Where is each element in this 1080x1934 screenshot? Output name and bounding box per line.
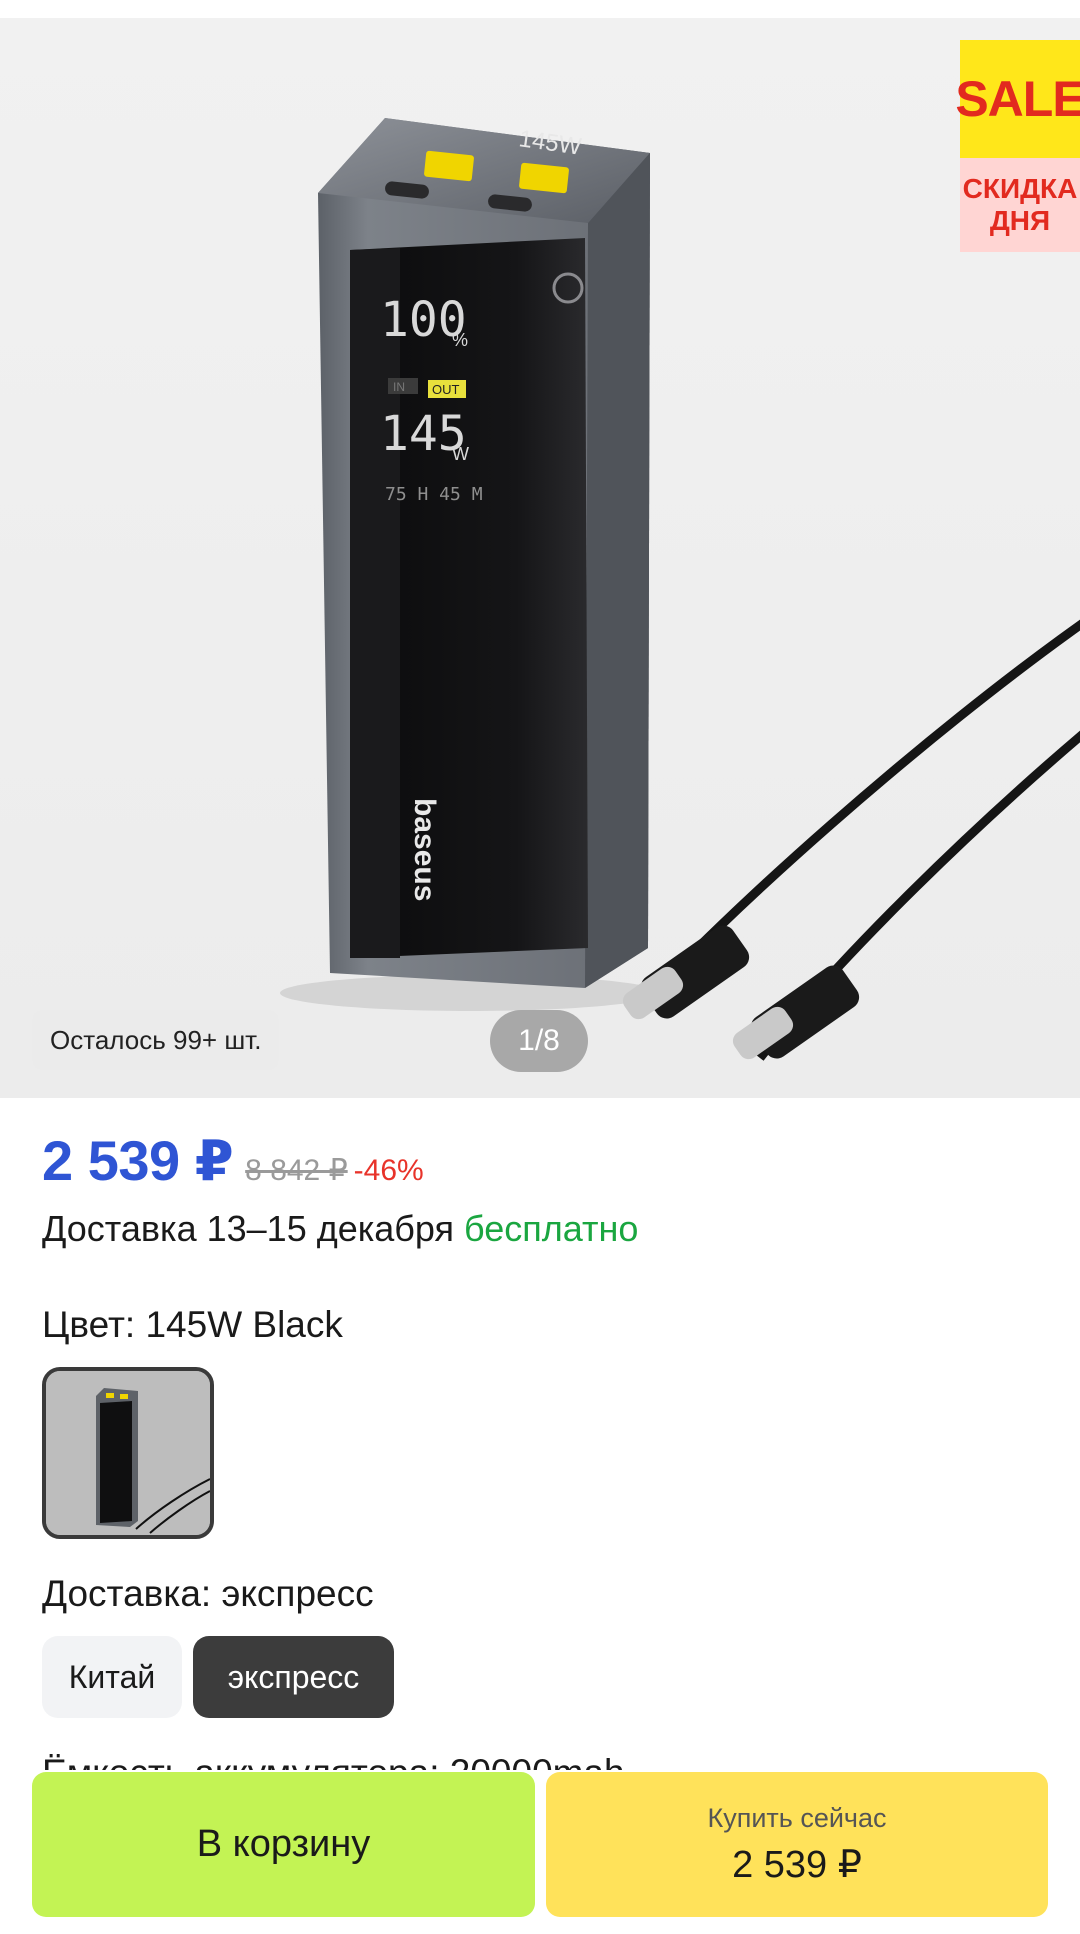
discount-percent: -46% xyxy=(353,1154,424,1187)
sale-badge: SALE СКИДКА ДНЯ xyxy=(955,40,1080,252)
price-row: 2 539 ₽ 8 842 ₽ -46% xyxy=(42,1128,424,1208)
shipping-label: Доставка: экспресс xyxy=(42,1573,374,1614)
sale-badge-subtitle: СКИДКА ДНЯ xyxy=(960,158,1080,252)
product-page: 145W 100 % IN OUT 145 W 75 H 45 M baseus xyxy=(0,0,1080,1934)
sale-badge-line2: ДНЯ xyxy=(989,205,1051,236)
shipping-option-express[interactable]: экспресс xyxy=(193,1636,394,1718)
product-gallery[interactable]: 145W 100 % IN OUT 145 W 75 H 45 M baseus xyxy=(0,18,1080,1098)
svg-text:baseus: baseus xyxy=(408,798,441,901)
svg-text:W: W xyxy=(452,444,469,464)
shipping-option-china[interactable]: Китай xyxy=(42,1636,182,1718)
sale-badge-title: SALE xyxy=(955,40,1080,158)
svg-text:OUT: OUT xyxy=(432,382,460,397)
buy-now-label: Купить сейчас xyxy=(707,1802,887,1833)
image-counter: 1/8 xyxy=(490,1010,588,1072)
add-to-cart-button[interactable]: В корзину xyxy=(32,1772,535,1917)
svg-text:IN: IN xyxy=(393,380,405,394)
sale-badge-line1: СКИДКА xyxy=(962,173,1078,204)
old-price: 8 842 ₽ xyxy=(245,1154,348,1187)
delivery-free: бесплатно xyxy=(464,1208,639,1249)
delivery-info: Доставка 13–15 декабря бесплатно xyxy=(42,1208,638,1250)
buy-now-button[interactable]: Купить сейчас 2 539 ₽ xyxy=(546,1772,1048,1917)
color-label: Цвет: 145W Black xyxy=(42,1304,343,1345)
delivery-dates: Доставка 13–15 декабря xyxy=(42,1208,455,1249)
stock-remaining-chip: Осталось 99+ шт. xyxy=(32,1010,280,1070)
bottom-action-bar: В корзину Купить сейчас 2 539 ₽ xyxy=(0,1770,1080,1934)
product-image: 145W 100 % IN OUT 145 W 75 H 45 M baseus xyxy=(280,118,1080,1061)
swatch-thumbnail xyxy=(46,1371,210,1535)
svg-text:75 H 45 M: 75 H 45 M xyxy=(385,484,483,505)
svg-text:%: % xyxy=(452,330,468,350)
buy-now-price: 2 539 ₽ xyxy=(732,1843,862,1886)
color-swatch-145w-black[interactable] xyxy=(42,1367,214,1539)
current-price: 2 539 ₽ xyxy=(42,1129,234,1192)
